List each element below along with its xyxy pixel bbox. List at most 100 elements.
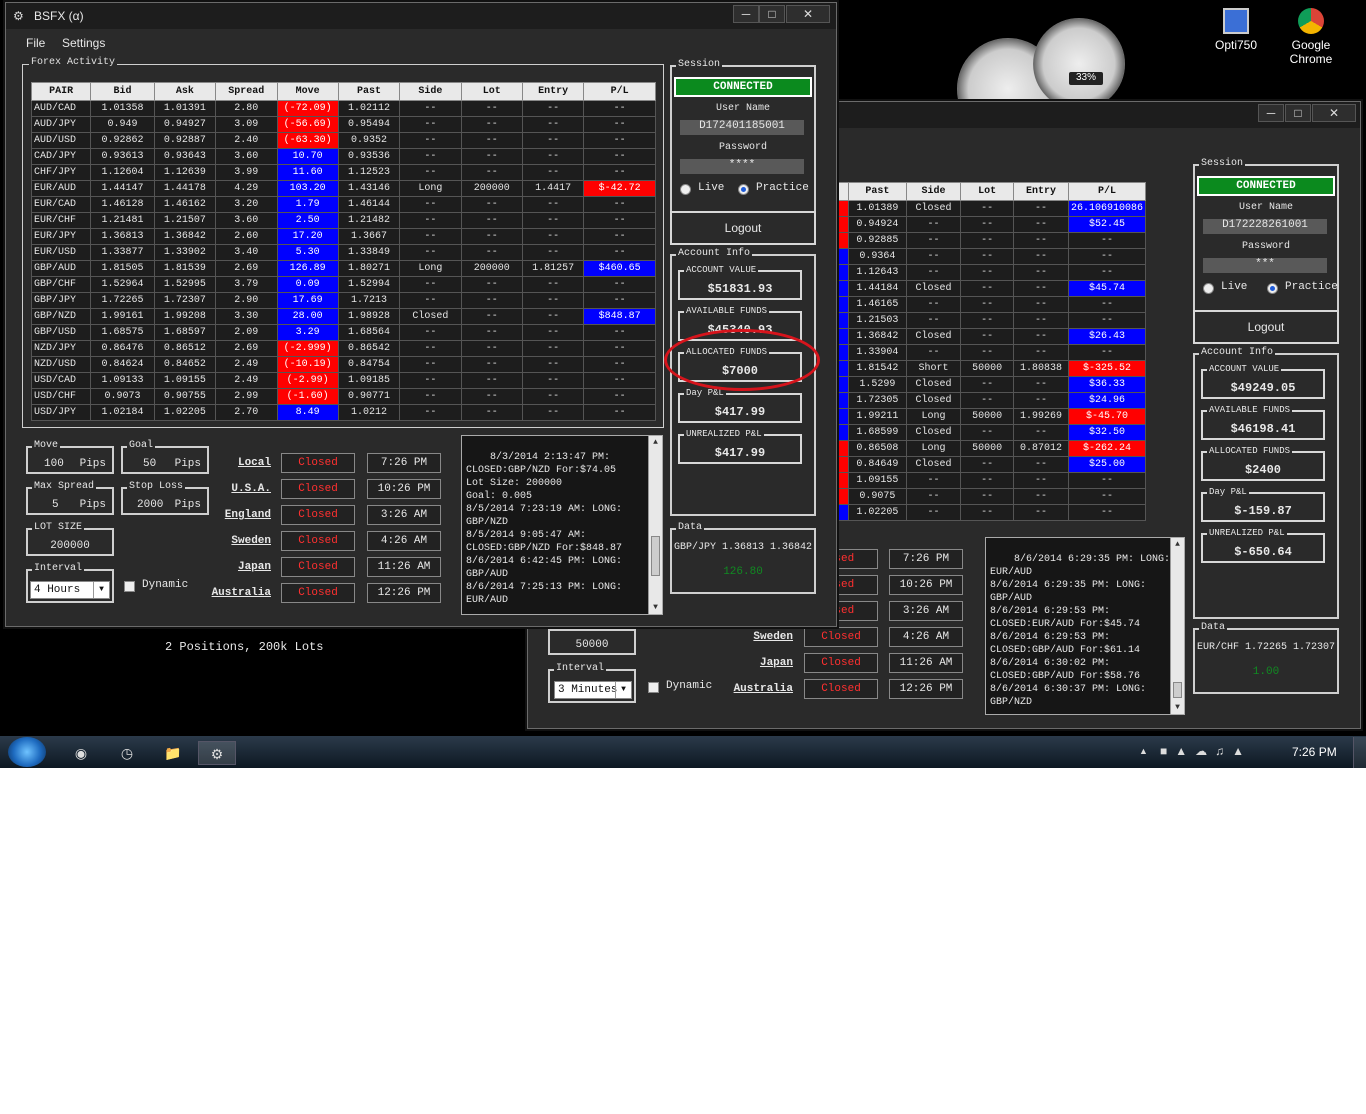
- log-scrollbar[interactable]: ▲ ▼: [648, 436, 662, 614]
- table-row[interactable]: 1.81542 Short 50000 1.80838 $-325.52: [838, 360, 1147, 377]
- username-field[interactable]: D172228261001: [1203, 219, 1327, 234]
- password-field[interactable]: ****: [680, 159, 804, 174]
- taskbar-clock[interactable]: 7:26 PM: [1292, 745, 1337, 759]
- col-header[interactable]: P/L: [583, 82, 656, 101]
- market-link-japan[interactable]: Japan: [733, 657, 793, 669]
- trade-log[interactable]: 8/3/2014 2:13:47 PM: CLOSED:GBP/NZD For:…: [461, 435, 663, 615]
- live-radio[interactable]: [1203, 283, 1214, 294]
- clock-taskbar-icon[interactable]: ◷: [108, 741, 146, 765]
- scroll-up-icon[interactable]: ▲: [1171, 538, 1184, 551]
- opti750-desktop-icon[interactable]: Opti750: [1201, 8, 1271, 52]
- table-row[interactable]: 1.09155 -- -- -- --: [838, 472, 1147, 489]
- col-header[interactable]: Side: [399, 82, 462, 101]
- lot-size-box[interactable]: 50000: [548, 629, 636, 655]
- market-link-australia[interactable]: Australia: [211, 587, 271, 599]
- table-row[interactable]: NZD/USD 0.84624 0.84652 2.49 (-10.19) 0.84754…: [30, 356, 656, 373]
- log-scrollbar[interactable]: ▲ ▼: [1170, 538, 1184, 714]
- table-row[interactable]: USD/CHF 0.9073 0.90755 2.99 (-1.60) 0.90771 --…: [30, 388, 656, 405]
- market-link-japan[interactable]: Japan: [211, 561, 271, 573]
- table-row[interactable]: 0.9364 -- -- -- --: [838, 248, 1147, 265]
- table-row[interactable]: 1.99211 Long 50000 1.99269 $-45.70: [838, 408, 1147, 425]
- table-row[interactable]: USD/CAD 1.09133 1.09155 2.49 (-2.99) 1.09185-…: [30, 372, 656, 389]
- col-header[interactable]: Ask: [153, 82, 217, 101]
- close-button[interactable]: ✕: [1312, 104, 1356, 122]
- col-header[interactable]: PAIR: [30, 82, 92, 101]
- practice-radio[interactable]: [738, 184, 749, 195]
- table-row[interactable]: USD/JPY 1.02184 1.02205 2.70 8.49 1.0212 -- -- -…: [30, 404, 656, 421]
- username-field[interactable]: D172401185001: [680, 120, 804, 135]
- dynamic-checkbox[interactable]: [648, 682, 659, 693]
- close-button[interactable]: ✕: [786, 5, 830, 23]
- table-row[interactable]: 1.02205 -- -- -- --: [838, 504, 1147, 521]
- col-header[interactable]: Lot: [460, 82, 524, 101]
- interval-select[interactable]: 4 Hours ▼: [30, 581, 110, 599]
- market-link-sweden[interactable]: Sweden: [211, 535, 271, 547]
- maximize-button[interactable]: □: [1285, 104, 1311, 122]
- scroll-up-icon[interactable]: ▲: [649, 436, 662, 449]
- table-row[interactable]: EUR/AUD 1.44147 1.44178 4.29 103.20 1.43146 Lo…: [30, 180, 656, 197]
- table-row[interactable]: GBP/NZD 1.99161 1.99208 3.30 28.00 1.98928 Clo…: [30, 308, 656, 325]
- dynamic-checkbox[interactable]: [124, 581, 135, 592]
- table-row[interactable]: 1.5299 Closed -- -- $36.33: [838, 376, 1147, 393]
- minimize-button[interactable]: ─: [1258, 104, 1284, 122]
- table-row[interactable]: 1.33904 -- -- -- --: [838, 344, 1147, 361]
- market-link-local[interactable]: Local: [211, 457, 271, 469]
- bsfx-taskbar-icon[interactable]: ⚙: [198, 741, 236, 765]
- practice-radio[interactable]: [1267, 283, 1278, 294]
- market-link-usa[interactable]: U.S.A.: [211, 483, 271, 495]
- table-row[interactable]: 0.84649 Closed -- -- $25.00: [838, 456, 1147, 473]
- scroll-thumb[interactable]: [651, 536, 660, 576]
- table-row[interactable]: CHF/JPY 1.12604 1.12639 3.99 11.60 1.12523 -- -…: [30, 164, 656, 181]
- interval-select[interactable]: 3 Minutes ▼: [554, 681, 632, 699]
- logout-button[interactable]: Logout: [670, 211, 816, 245]
- table-row[interactable]: 1.12643 -- -- -- --: [838, 264, 1147, 281]
- scroll-thumb[interactable]: [1173, 682, 1182, 698]
- stop-loss-box[interactable]: Stop Loss 2000 Pips: [121, 481, 209, 515]
- menu-file[interactable]: File: [26, 36, 45, 50]
- table-row[interactable]: AUD/CAD 1.01358 1.01391 2.80 (-72.09) 1.02112…: [30, 100, 656, 117]
- folder-taskbar-icon[interactable]: 📁: [154, 741, 192, 765]
- table-row[interactable]: 1.68599 Closed -- -- $32.50: [838, 424, 1147, 441]
- table-row[interactable]: 0.86508 Long 50000 0.87012 $-262.24: [838, 440, 1147, 457]
- table-row[interactable]: 0.92885 -- -- -- --: [838, 232, 1147, 249]
- start-button[interactable]: [8, 737, 46, 767]
- table-row[interactable]: CAD/JPY 0.93613 0.93643 3.60 10.70 0.93536 -- -…: [30, 148, 656, 165]
- scroll-down-icon[interactable]: ▼: [1171, 701, 1184, 714]
- minimize-button[interactable]: ─: [733, 5, 759, 23]
- table-row[interactable]: NZD/JPY 0.86476 0.86512 2.69 (-2.999) 0.86542…: [30, 340, 656, 357]
- password-field[interactable]: ***: [1203, 258, 1327, 273]
- table-row[interactable]: 1.01389 Closed -- -- 26.106910086: [838, 200, 1147, 217]
- table-row[interactable]: AUD/JPY 0.949 0.94927 3.09 (-56.69) 0.95494 --…: [30, 116, 656, 133]
- table-row[interactable]: 1.72305 Closed -- -- $24.96: [838, 392, 1147, 409]
- table-row[interactable]: EUR/CHF 1.21481 1.21507 3.60 2.50 1.21482 -- --…: [30, 212, 656, 229]
- col-header[interactable]: Bid: [90, 82, 155, 101]
- table-row[interactable]: 1.36842 Closed -- -- $26.43: [838, 328, 1147, 345]
- menu-settings[interactable]: Settings: [62, 36, 105, 50]
- market-link-australia[interactable]: Australia: [733, 683, 793, 695]
- table-row[interactable]: 0.94924 -- -- -- $52.45: [838, 216, 1147, 233]
- table-row[interactable]: 1.46165 -- -- -- --: [838, 296, 1147, 313]
- market-link-sweden[interactable]: Sweden: [733, 631, 793, 643]
- maximize-button[interactable]: □: [759, 5, 785, 23]
- max-spread-box[interactable]: Max Spread 5 Pips: [26, 481, 114, 515]
- table-row[interactable]: 1.44184 Closed -- -- $45.74: [838, 280, 1147, 297]
- market-link-england[interactable]: England: [211, 509, 271, 521]
- table-row[interactable]: GBP/USD 1.68575 1.68597 2.09 3.29 1.68564 -- --…: [30, 324, 656, 341]
- table-row[interactable]: GBP/AUD 1.81505 1.81539 2.69 126.89 1.80271 Lo…: [30, 260, 656, 277]
- table-row[interactable]: 0.9075 -- -- -- --: [838, 488, 1147, 505]
- col-header[interactable]: Move: [276, 82, 339, 101]
- table-row[interactable]: GBP/JPY 1.72265 1.72307 2.90 17.69 1.7213 -- --…: [30, 292, 656, 309]
- lot-size-box[interactable]: LOT SIZE 200000: [26, 522, 114, 556]
- col-header[interactable]: Past: [337, 82, 401, 101]
- logout-button[interactable]: Logout: [1193, 310, 1339, 344]
- col-header[interactable]: Entry: [521, 82, 585, 101]
- table-row[interactable]: EUR/CAD 1.46128 1.46162 3.20 1.79 1.46144 -- --…: [30, 196, 656, 213]
- live-radio[interactable]: [680, 184, 691, 195]
- chrome-desktop-icon[interactable]: Google Chrome: [1276, 8, 1346, 66]
- tray-expand-icon[interactable]: ▲: [1139, 746, 1148, 756]
- scroll-down-icon[interactable]: ▼: [649, 601, 662, 614]
- table-row[interactable]: EUR/JPY 1.36813 1.36842 2.60 17.20 1.3667 -- --…: [30, 228, 656, 245]
- table-row[interactable]: GBP/CHF 1.52964 1.52995 3.79 0.09 1.52994 -- --…: [30, 276, 656, 293]
- col-header[interactable]: Spread: [215, 82, 278, 101]
- table-row[interactable]: EUR/USD 1.33877 1.33902 3.40 5.30 1.33849 -- --…: [30, 244, 656, 261]
